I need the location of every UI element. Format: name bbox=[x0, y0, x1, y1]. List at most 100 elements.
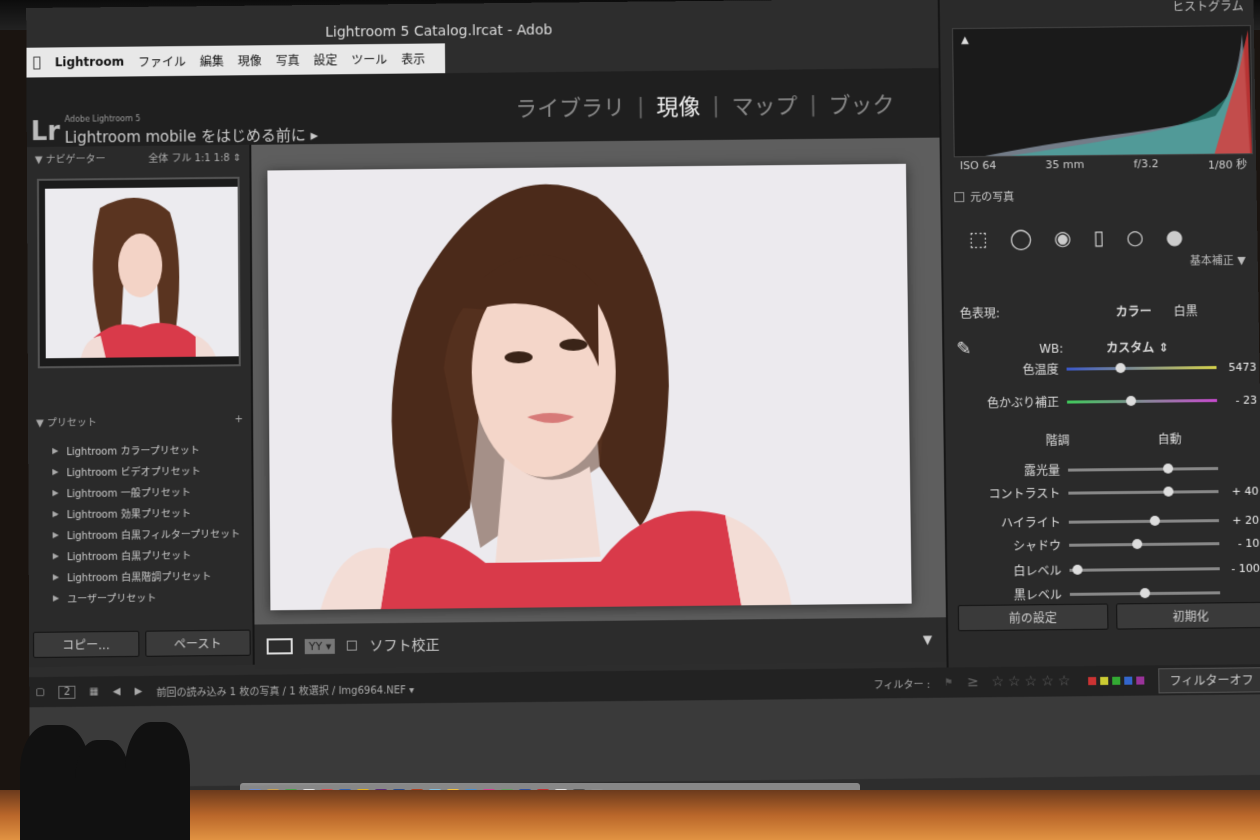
slider-value[interactable]: - 10 bbox=[1219, 537, 1260, 550]
wb-row: ✎ WB: カスタム ⇕ bbox=[956, 336, 1260, 360]
slider-value[interactable]: + 40 bbox=[1218, 485, 1259, 498]
back-arrow-icon[interactable]: ◀ bbox=[113, 686, 121, 697]
menu-view[interactable]: 表示 bbox=[401, 50, 425, 67]
original-checkbox[interactable] bbox=[954, 192, 965, 203]
catalog-title: Lightroom 5 Catalog.lrcat - Adob bbox=[325, 22, 553, 41]
add-preset-icon[interactable]: + bbox=[235, 414, 243, 425]
slider-track[interactable] bbox=[1068, 486, 1219, 497]
slider-row: 色温度 5473 bbox=[957, 359, 1260, 379]
navigator-header[interactable]: ▼ ナビゲーター 全体 フル 1:1 1:8 ⇕ bbox=[27, 145, 250, 169]
filter-off-dropdown[interactable]: フィルターオフ bbox=[1158, 666, 1260, 693]
menu-tools[interactable]: ツール bbox=[351, 50, 387, 67]
adjustment-brush-icon[interactable]: ● bbox=[1166, 225, 1184, 249]
slider-value[interactable]: 5473 bbox=[1216, 361, 1256, 374]
filmstrip-source-path[interactable]: 前回の読み込み 1 枚の写真 / 1 枚選択 / Img6964.NEF ▾ bbox=[156, 681, 414, 699]
toolbar-menu-icon[interactable]: ▼ bbox=[923, 632, 932, 646]
star-rating-filter[interactable]: ≥ ☆☆☆☆☆ bbox=[967, 673, 1074, 690]
copy-button[interactable]: コピー... bbox=[33, 630, 139, 658]
preset-folder[interactable]: ▶ Lightroom カラープリセット bbox=[28, 438, 251, 461]
color-label-filter[interactable] bbox=[1088, 676, 1145, 686]
module-develop[interactable]: 現像 bbox=[656, 89, 700, 121]
grid-icon[interactable]: ▦ bbox=[89, 686, 99, 697]
preset-folder-label: Lightroom 効果プリセット bbox=[66, 508, 191, 522]
flag-filter-icon[interactable]: ⚑ bbox=[944, 677, 953, 688]
photo-canvas[interactable] bbox=[251, 137, 946, 625]
histogram[interactable]: ▲ bbox=[951, 25, 1253, 158]
preset-folder[interactable]: ▶ ユーザープリセット bbox=[29, 585, 253, 608]
wb-dropdown[interactable]: カスタム ⇕ bbox=[1106, 339, 1168, 357]
exif-info: ISO 64 35 mm f/3.2 1/80 秒 bbox=[954, 156, 1254, 175]
left-panel: ▼ ナビゲーター 全体 フル 1:1 1:8 ⇕ ▼ プリセット + ▶ Ligh… bbox=[26, 144, 255, 668]
preset-folder[interactable]: ▶ Lightroom 白黒フィルタープリセット bbox=[29, 522, 252, 545]
forward-arrow-icon[interactable]: ▶ bbox=[135, 686, 143, 697]
navigator-preview[interactable] bbox=[36, 176, 241, 369]
red-eye-icon[interactable]: ◉ bbox=[1054, 226, 1072, 250]
slider-label: ハイライト bbox=[1000, 515, 1061, 531]
crop-icon[interactable]: ⬚ bbox=[969, 227, 988, 251]
slider-track[interactable] bbox=[1069, 588, 1221, 599]
slider-row: ハイライト + 20 bbox=[959, 512, 1260, 532]
before-after-icon[interactable]: YY ▾ bbox=[304, 638, 336, 654]
treatment-bw[interactable]: 白黒 bbox=[1174, 302, 1198, 319]
slider-knob[interactable] bbox=[1163, 463, 1174, 474]
svg-text:▲: ▲ bbox=[961, 35, 969, 46]
shutter-speed: 1/80 秒 bbox=[1207, 158, 1248, 172]
apple-icon[interactable]:  bbox=[32, 55, 40, 71]
soft-proof-checkbox[interactable] bbox=[347, 640, 358, 651]
previous-settings-button[interactable]: 前の設定 bbox=[957, 603, 1108, 632]
slider-knob[interactable] bbox=[1139, 588, 1151, 599]
expand-triangle-icon: ▶ bbox=[52, 446, 59, 456]
menu-settings[interactable]: 設定 bbox=[313, 51, 337, 68]
menu-edit[interactable]: 編集 bbox=[200, 52, 224, 69]
slider-knob[interactable] bbox=[1149, 515, 1161, 526]
view-2-button[interactable]: 2 bbox=[58, 685, 76, 699]
preset-folder-label: ユーザープリセット bbox=[67, 593, 157, 606]
slider-label: 白レベル bbox=[1013, 563, 1062, 579]
slider-track[interactable] bbox=[1068, 463, 1219, 474]
preset-folder[interactable]: ▶ Lightroom 白黒プリセット bbox=[29, 543, 252, 566]
slider-knob[interactable] bbox=[1072, 564, 1083, 575]
slider-value[interactable]: - 23 bbox=[1217, 394, 1257, 407]
slider-value[interactable]: - 100 bbox=[1220, 562, 1260, 575]
preset-folder[interactable]: ▶ Lightroom ビデオプリセット bbox=[28, 459, 251, 482]
paste-button[interactable]: ペースト bbox=[144, 629, 251, 657]
graduated-filter-icon[interactable]: ▯ bbox=[1093, 225, 1104, 249]
module-separator: | bbox=[712, 92, 720, 118]
menu-photo[interactable]: 写真 bbox=[276, 51, 300, 68]
preset-folder[interactable]: ▶ Lightroom 一般プリセット bbox=[28, 480, 251, 503]
left-panel-buttons: コピー... ペースト bbox=[29, 629, 255, 658]
menu-app-name[interactable]: Lightroom bbox=[55, 55, 124, 70]
slider-row: 露光量 bbox=[958, 460, 1260, 480]
slider-value[interactable]: + 20 bbox=[1219, 514, 1259, 527]
navigator-zoom-options[interactable]: 全体 フル 1:1 1:8 ⇕ bbox=[148, 148, 241, 164]
original-photo-toggle[interactable]: 元の写真 bbox=[954, 189, 1014, 206]
view-1-icon[interactable]: ▢ bbox=[35, 687, 45, 698]
wb-eyedropper-icon[interactable]: ✎ bbox=[956, 338, 996, 360]
treatment-color[interactable]: カラー bbox=[1116, 303, 1152, 320]
slider-track[interactable] bbox=[1067, 395, 1218, 406]
presets-header[interactable]: ▼ プリセット + bbox=[28, 408, 251, 432]
menu-file[interactable]: ファイル bbox=[138, 53, 186, 70]
slider-track[interactable] bbox=[1068, 515, 1219, 526]
basic-section-title[interactable]: 基本補正 ▼ bbox=[1190, 252, 1246, 269]
tone-auto-button[interactable]: 自動 bbox=[1158, 430, 1182, 447]
spot-removal-icon[interactable]: ◯ bbox=[1009, 226, 1032, 250]
menu-develop[interactable]: 現像 bbox=[238, 52, 262, 69]
radial-filter-icon[interactable]: ○ bbox=[1126, 225, 1144, 249]
slider-knob[interactable] bbox=[1125, 395, 1136, 406]
loupe-view-icon[interactable] bbox=[266, 638, 293, 655]
slider-knob[interactable] bbox=[1132, 538, 1143, 550]
module-map[interactable]: マップ bbox=[731, 88, 797, 120]
slider-track[interactable] bbox=[1069, 538, 1220, 550]
slider-knob[interactable] bbox=[1115, 362, 1126, 374]
preset-folder[interactable]: ▶ Lightroom 白黒階調プリセット bbox=[29, 564, 252, 587]
module-library[interactable]: ライブラリ bbox=[515, 90, 625, 123]
preset-folder-label: Lightroom 白黒フィルタープリセット bbox=[66, 529, 241, 543]
reset-button[interactable]: 初期化 bbox=[1115, 601, 1260, 630]
slider-track[interactable] bbox=[1069, 564, 1220, 575]
slider-knob[interactable] bbox=[1163, 486, 1174, 497]
expand-triangle-icon: ▶ bbox=[52, 572, 59, 582]
module-book[interactable]: ブック bbox=[828, 87, 895, 119]
preset-folder[interactable]: ▶ Lightroom 効果プリセット bbox=[28, 501, 251, 524]
slider-track[interactable] bbox=[1066, 362, 1217, 374]
